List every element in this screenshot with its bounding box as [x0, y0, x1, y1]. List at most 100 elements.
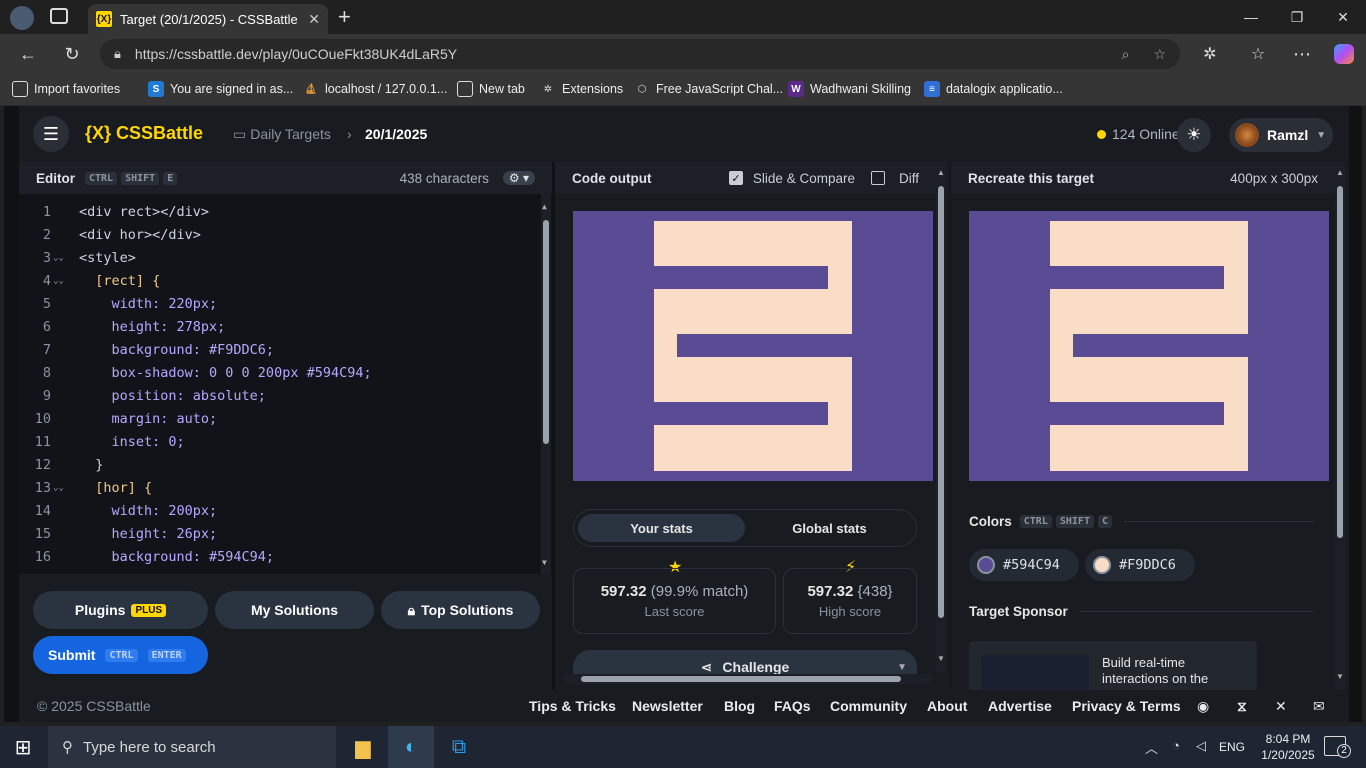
fav-signed-in[interactable]: S You are signed in as...	[148, 81, 293, 97]
tab-actions-icon[interactable]	[50, 8, 68, 24]
fav-js-chal[interactable]: ⬡ Free JavaScript Chal...	[634, 81, 784, 97]
zoom-icon[interactable]: ⌕	[1122, 46, 1130, 63]
footer-link[interactable]: About	[927, 698, 967, 714]
clock[interactable]: 8:04 PM 1/20/2025	[1256, 731, 1320, 763]
scroll-down-icon[interactable]: ▼	[1336, 672, 1344, 681]
file-explorer-icon[interactable]: ▆	[340, 726, 386, 768]
fav-extensions[interactable]: ✲ Extensions	[540, 81, 623, 97]
edge-icon[interactable]: ◐	[388, 726, 434, 768]
close-tab-icon[interactable]: ✕	[308, 11, 320, 28]
diff-checkbox[interactable]	[870, 171, 885, 185]
my-solutions-button[interactable]: My Solutions	[215, 591, 374, 629]
fav-import[interactable]: Import favorites	[12, 81, 120, 97]
line-number: 14	[34, 502, 51, 519]
close-window-icon[interactable]: ✕	[1320, 0, 1366, 34]
minimize-icon[interactable]: —	[1228, 0, 1274, 34]
fav-wadhwani[interactable]: W Wadhwani Skilling	[788, 81, 911, 97]
fav-label: You are signed in as...	[170, 82, 294, 96]
code-text: height: 26px;	[79, 525, 218, 542]
divider	[1079, 611, 1314, 612]
scroll-down-icon[interactable]: ▼	[937, 654, 945, 663]
favorites-icon[interactable]: ☆	[1244, 40, 1272, 68]
target-scrollbar[interactable]: ▲ ▼	[1335, 162, 1345, 690]
footer-link[interactable]: Community	[830, 698, 907, 714]
target-size: 400px x 300px	[1230, 170, 1318, 186]
new-tab-icon[interactable]: +	[338, 4, 351, 30]
bluesky-icon[interactable]: ⧖	[1237, 698, 1247, 715]
target-scroll-thumb[interactable]	[1337, 186, 1343, 538]
scroll-up-icon[interactable]: ▲	[937, 168, 945, 177]
volume-icon[interactable]: ◁	[1196, 738, 1206, 754]
scroll-up-icon[interactable]: ▲	[1336, 168, 1344, 177]
favorite-star-icon[interactable]: ☆	[1153, 46, 1166, 63]
footer-link[interactable]: FAQs	[774, 698, 811, 714]
profile-avatar-icon[interactable]	[10, 6, 34, 30]
mail-icon[interactable]: ✉	[1313, 698, 1325, 715]
cssbattle-logo[interactable]: {X} CSSBattle	[85, 123, 203, 144]
code-editor[interactable]: 1 <div rect></div> 2 <div hor></div> 3 <style…	[19, 194, 552, 574]
browser-tab[interactable]: {X} Target (20/1/2025) - CSSBattle ✕	[88, 4, 328, 34]
slide-compare-checkbox[interactable]: ✓	[728, 171, 743, 185]
slide-compare-label: Slide & Compare	[752, 170, 855, 186]
color-swatch-peach[interactable]: #F9DDC6	[1085, 549, 1195, 581]
footer-link[interactable]: Blog	[724, 698, 755, 714]
global-stats-label: Global stats	[792, 520, 867, 536]
fav-localhost[interactable]: ⛵︎ localhost / 127.0.0.1...	[303, 81, 448, 97]
code-line: 13 [hor] {⌄⌄	[19, 476, 539, 499]
output-scroll-thumb[interactable]	[938, 186, 944, 618]
editor-title: Editor	[36, 170, 75, 186]
global-stats-tab[interactable]: Global stats	[746, 514, 913, 542]
fav-datalogix[interactable]: ≡ datalogix applicatio...	[924, 81, 1063, 97]
footer-link[interactable]: Tips & Tricks	[529, 698, 616, 714]
extensions-icon[interactable]: ✲	[1196, 40, 1224, 68]
code-output-preview[interactable]	[573, 211, 933, 481]
footer-link[interactable]: Advertise	[988, 698, 1052, 714]
color-dot	[977, 556, 995, 574]
windows-start-icon[interactable]: ⊞	[0, 726, 46, 768]
editor-scrollbar[interactable]: ▲ ▼	[541, 194, 551, 574]
your-stats-tab[interactable]: Your stats	[578, 514, 745, 542]
code-line: 15 height: 26px;	[19, 522, 539, 545]
online-count: 124 Online	[1097, 126, 1180, 142]
x-icon[interactable]: ✕	[1275, 698, 1287, 715]
restore-icon[interactable]: ❐	[1274, 0, 1320, 34]
network-icon[interactable]: ◔	[1172, 738, 1180, 753]
footer-link[interactable]: Privacy & Terms	[1072, 698, 1181, 714]
scroll-down-icon[interactable]: ▼	[542, 558, 547, 567]
scroll-up-icon[interactable]: ▲	[542, 202, 547, 211]
more-icon[interactable]: ⋯	[1288, 40, 1316, 68]
fold-chevron-icon[interactable]: ⌄⌄	[53, 483, 64, 493]
sponsor-card[interactable]: Build real-time interactions on the	[969, 641, 1257, 690]
output-scrollbar[interactable]: ▲ ▼	[936, 162, 946, 672]
taskbar-search[interactable]: ⚲ Type here to search	[48, 726, 336, 768]
language-indicator[interactable]: ENG	[1219, 740, 1245, 754]
user-menu[interactable]: Ramzl ▼	[1229, 118, 1333, 152]
plugins-button[interactable]: Plugins PLUS	[33, 591, 208, 629]
theme-toggle-sun-icon[interactable]: ☀	[1177, 118, 1211, 152]
url-text: https://cssbattle.dev/play/0uCOueFkt38UK…	[134, 46, 458, 62]
editor-settings-gear-icon[interactable]: ⚙ ▾	[502, 171, 535, 185]
fav-newtab[interactable]: New tab	[457, 81, 525, 97]
tray-chevron-up-icon[interactable]: ︿	[1145, 738, 1158, 757]
line-number: 1	[42, 203, 51, 220]
editor-scroll-thumb[interactable]	[543, 220, 549, 444]
vscode-icon[interactable]: ⧉	[436, 726, 482, 768]
line-number: 6	[42, 318, 51, 335]
code-text: <div rect></div>	[79, 203, 210, 220]
line-number: 13	[34, 479, 51, 496]
footer-link[interactable]: Newsletter	[632, 698, 703, 714]
output-hscrollbar[interactable]	[565, 674, 931, 684]
fold-chevron-icon[interactable]: ⌄⌄	[53, 276, 64, 286]
url-bar[interactable]: 🔒︎ https://cssbattle.dev/play/0uCOueFkt3…	[100, 39, 1180, 69]
breadcrumb-daily-targets[interactable]: ▭ Daily Targets	[233, 126, 331, 143]
submit-button[interactable]: Submit CTRL ENTER	[33, 636, 208, 674]
color-swatch-purple[interactable]: #594C94	[969, 549, 1079, 581]
hscroll-thumb[interactable]	[581, 676, 901, 682]
back-icon[interactable]: ←	[14, 40, 42, 68]
fold-chevron-icon[interactable]: ⌄⌄	[53, 253, 64, 263]
refresh-icon[interactable]: ↻	[58, 40, 86, 68]
hamburger-menu-icon[interactable]: ☰	[33, 116, 69, 152]
top-solutions-button[interactable]: 🔒︎ Top Solutions	[381, 591, 540, 629]
discord-icon[interactable]: ◉	[1197, 698, 1209, 715]
copilot-icon[interactable]	[1330, 40, 1358, 68]
